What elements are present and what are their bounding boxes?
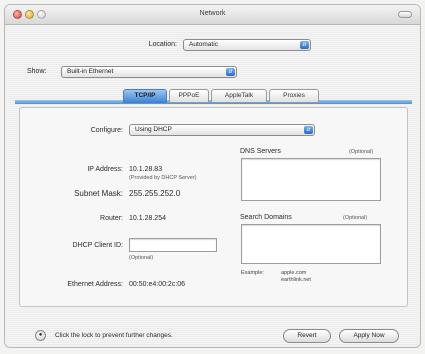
location-popup[interactable]: Automatic ⇵: [183, 39, 311, 51]
dhcp-client-id-label: DHCP Client ID:: [72, 242, 123, 249]
tab-proxies[interactable]: Proxies: [269, 89, 319, 103]
window-title: Network: [199, 10, 226, 17]
dns-servers-label: DNS Servers: [240, 148, 281, 155]
search-domains-label: Search Domains: [240, 214, 292, 221]
tab-tcpip[interactable]: TCP/IP: [123, 89, 167, 103]
popup-arrows-icon: ⇵: [304, 126, 313, 134]
apply-now-button[interactable]: Apply Now: [339, 329, 399, 343]
network-window: Network Location: Automatic ⇵ Show: Buil…: [4, 4, 421, 348]
ip-address-label: IP Address:: [87, 166, 123, 173]
show-popup[interactable]: Built-in Ethernet ⇵: [61, 66, 237, 78]
router-label: Router:: [100, 215, 123, 222]
ethernet-address-label: Ethernet Address:: [67, 281, 123, 288]
dns-servers-field[interactable]: [241, 158, 381, 201]
example-line-1: apple.com: [281, 270, 307, 276]
router-value: 10.1.28.254: [129, 215, 166, 222]
dhcp-client-id-note: (Optional): [129, 255, 154, 261]
example-label: Example:: [241, 270, 264, 276]
title-bar: Network: [5, 5, 420, 25]
show-value: Built-in Ethernet: [67, 68, 114, 75]
tcpip-pane: [19, 107, 408, 307]
dhcp-client-id-field[interactable]: [129, 238, 217, 252]
popup-arrows-icon: ⇵: [300, 41, 309, 49]
ethernet-address-value: 00:50:e4:00:2c:06: [129, 281, 186, 288]
lock-icon[interactable]: ●: [35, 330, 46, 341]
subnet-mask-value: 255.255.252.0: [129, 189, 181, 198]
configure-popup[interactable]: Using DHCP ⇵: [129, 124, 315, 136]
lock-message: Click the lock to prevent further change…: [55, 332, 173, 339]
tab-pppoe[interactable]: PPPoE: [169, 89, 209, 103]
toolbar-toggle-button[interactable]: [398, 11, 412, 18]
popup-arrows-icon: ⇵: [226, 68, 235, 76]
revert-button[interactable]: Revert: [283, 329, 331, 343]
tab-appletalk[interactable]: AppleTalk: [211, 89, 267, 103]
show-label: Show:: [27, 68, 47, 75]
search-domains-optional: (Optional): [343, 215, 368, 221]
subnet-mask-label: Subnet Mask:: [74, 189, 123, 198]
ip-address-note: (Provided by DHCP Server): [129, 175, 197, 181]
location-value: Automatic: [189, 41, 218, 48]
location-label: Location:: [148, 41, 177, 48]
configure-label: Configure:: [90, 127, 123, 134]
dns-servers-optional: (Optional): [349, 149, 374, 155]
ip-address-value: 10.1.28.83: [129, 166, 163, 173]
configure-value: Using DHCP: [135, 126, 172, 133]
example-line-2: earthlink.net: [281, 277, 311, 283]
search-domains-field[interactable]: [241, 224, 381, 264]
